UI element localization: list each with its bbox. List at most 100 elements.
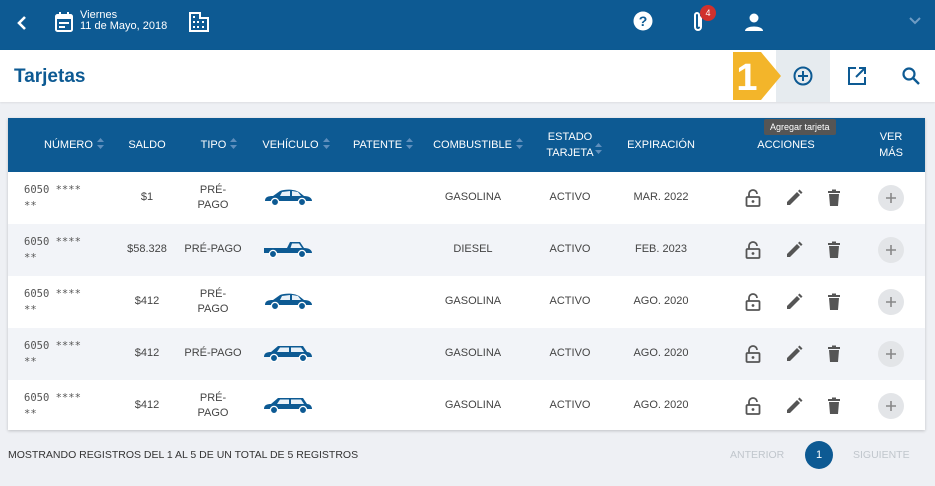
notification-badge: 4 [700,5,716,21]
table-row[interactable]: 6050 **** ** $58.328 PRÉ-PAGO DIESEL ACTI… [8,224,925,276]
svg-text:?: ? [639,13,648,29]
status: ACTIVO [549,347,591,359]
status: ACTIVO [549,191,591,203]
sort-icon [406,138,414,149]
user-icon[interactable] [744,12,764,32]
plus-icon [886,193,896,203]
table-row[interactable]: 6050 ****** $412 PRÉ-PAGO GASOLINA ACTIV… [8,328,925,380]
plus-icon [886,349,896,359]
balance: $412 [134,347,160,359]
sort-icon [595,143,602,154]
view-more-button[interactable] [878,393,904,419]
trash-icon[interactable] [825,293,843,311]
fuel: GASOLINA [444,191,502,203]
card-type: PRÉ-PAGO [197,184,229,211]
cards-table: NÚMERO SALDO TIPO VEHÍCULO PATENTE COMBU… [8,118,925,430]
expiration: FEB. 2023 [635,243,687,255]
card-number: 6050 **** ** [24,288,81,316]
table-row[interactable]: 6050 **** ** $1 PRÉ- PAGO GASOLINA ACTIVO … [8,172,925,224]
view-more-button[interactable] [878,341,904,367]
col-expiracion[interactable]: EXPIRACIÓN [620,137,702,153]
fuel: GASOLINA [444,347,502,359]
col-saldo[interactable]: SALDO [124,137,170,153]
wagon-icon [264,398,312,414]
table-row[interactable]: 6050 ****** $412 PRÉ-PAGO GASOLINA ACTIV… [8,380,925,432]
plus-icon [886,245,896,255]
card-type: PRÉ-PAGO [197,288,229,315]
lock-icon[interactable] [744,345,762,363]
status: ACTIVO [549,399,591,411]
col-patente[interactable]: PATENTE [348,137,418,153]
trash-icon[interactable] [825,241,843,259]
col-estado[interactable]: ESTADO TARJETA [538,129,602,161]
card-number: 6050 **** ** [24,236,81,264]
records-info: MOSTRANDO REGISTROS DEL 1 AL 5 DE UN TOT… [8,449,359,461]
callout-marker: 1 [733,52,781,100]
lock-icon[interactable] [744,397,762,415]
edit-icon[interactable] [785,189,803,207]
pagination-previous[interactable]: ANTERIOR [730,449,784,461]
fuel: GASOLINA [444,295,502,307]
plus-icon [886,297,896,307]
table-row[interactable]: 6050 ****** $412 PRÉ-PAGO GASOLINA ACTIV… [8,276,925,328]
open-external-icon[interactable] [847,66,867,86]
calendar-icon[interactable] [55,12,73,32]
page-header: Tarjetas [0,50,935,102]
edit-icon[interactable] [785,397,803,415]
fuel: GASOLINA [444,399,502,411]
col-combustible[interactable]: COMBUSTIBLE [430,137,526,153]
col-tipo[interactable]: TIPO [196,137,242,153]
status: ACTIVO [549,295,591,307]
back-arrow-icon[interactable] [14,12,30,34]
fuel: DIESEL [453,243,493,255]
lock-icon[interactable] [744,189,762,207]
help-icon[interactable]: ? [633,11,653,31]
trash-icon[interactable] [825,345,843,363]
expiration: AGO. 2020 [633,347,689,359]
sort-icon [96,138,104,149]
edit-icon[interactable] [785,345,803,363]
col-acciones: ACCIONES [757,139,815,151]
pickup-icon [264,242,312,258]
pagination-current-page[interactable]: 1 [805,441,833,469]
card-type: PRÉ-PAGO [197,392,229,419]
trash-icon[interactable] [825,397,843,415]
sedan-icon [265,189,312,206]
edit-icon[interactable] [785,293,803,311]
plus-icon [886,401,896,411]
add-circle-icon[interactable] [793,66,813,86]
date-text: 11 de Mayo, 2018 [80,20,168,32]
col-numero[interactable]: NÚMERO [32,137,116,153]
top-bar: Viernes 11 de Mayo, 2018 ? 4 [0,0,935,50]
search-icon[interactable] [901,66,921,86]
add-card-tooltip: Agregar tarjeta [764,119,836,135]
chevron-down-icon[interactable] [908,16,922,26]
balance: $412 [134,399,160,411]
view-more-button[interactable] [878,289,904,315]
sort-icon [322,138,330,149]
expiration: AGO. 2020 [633,295,689,307]
view-more-button[interactable] [878,185,904,211]
lock-icon[interactable] [744,241,762,259]
card-number: 6050 **** ** [24,340,81,368]
card-number: 6050 **** ** [24,392,81,420]
sort-icon [515,138,523,149]
balance: $1 [140,191,154,203]
lock-icon[interactable] [744,293,762,311]
status: ACTIVO [549,243,591,255]
col-vehiculo[interactable]: VEHÍCULO [258,137,334,153]
card-type: PRÉ-PAGO [184,347,242,359]
wagon-icon [264,346,312,362]
building-icon[interactable] [189,12,209,32]
trash-icon[interactable] [825,189,843,207]
balance: $412 [134,295,160,307]
edit-icon[interactable] [785,241,803,259]
balance: $58.328 [127,243,167,255]
view-more-button[interactable] [878,237,904,263]
card-type: PRÉ-PAGO [184,243,242,255]
current-date[interactable]: Viernes 11 de Mayo, 2018 [80,10,167,32]
expiration: MAR. 2022 [633,191,689,203]
card-number: 6050 **** ** [24,184,81,212]
pagination-next[interactable]: SIGUIENTE [853,449,910,461]
sort-icon [230,138,238,149]
